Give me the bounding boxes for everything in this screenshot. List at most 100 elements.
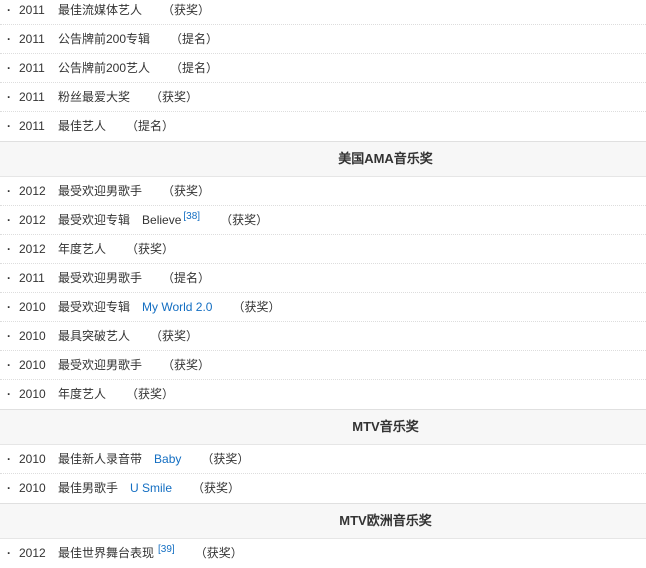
bullet-icon: · — [7, 300, 11, 314]
award-row: · 2012 最受欢迎专辑 Believe [38] （获奖） — [0, 206, 646, 235]
award-content: 最受欢迎男歌手 （获奖） — [58, 351, 210, 379]
award-status: （提名） — [126, 119, 175, 133]
awards-list: · 2011 最佳流媒体艺人 （获奖） · 2011 公告牌前200专辑 （提名） · 2011 公… — [0, 0, 646, 568]
award-content: 最受欢迎男歌手 （获奖） — [58, 177, 210, 205]
bullet-icon: · — [7, 61, 11, 75]
award-row: · 2010 最受欢迎专辑 My World 2.0 （获奖） — [0, 293, 646, 322]
section-header: MTV欧洲音乐奖 — [0, 503, 646, 539]
award-year: 2010 — [19, 387, 46, 401]
bullet-icon: · — [7, 358, 11, 372]
award-status: （获奖） — [150, 90, 199, 104]
award-year: 2011 — [19, 3, 45, 17]
award-content: 最佳世界舞台表现 [39] （获奖） — [58, 539, 243, 567]
award-year: 2010 — [19, 481, 46, 495]
award-status: （提名） — [170, 32, 219, 46]
award-name: 最受欢迎男歌手 — [58, 271, 143, 285]
award-year: 2010 — [19, 329, 46, 343]
award-name: 最佳新人录音带 — [58, 452, 143, 466]
award-name: 最具突破艺人 — [58, 329, 131, 343]
award-row: · 2012 最受欢迎男歌手 （获奖） — [0, 177, 646, 206]
award-name: 粉丝最爱大奖 — [58, 90, 131, 104]
award-status: （获奖） — [150, 329, 199, 343]
award-name: 公告牌前200艺人 — [58, 61, 151, 75]
award-status: （获奖） — [192, 481, 241, 495]
award-row: · 2010 最佳男歌手 U Smile （获奖） — [0, 474, 646, 503]
award-status: （获奖） — [126, 242, 175, 256]
bullet-icon: · — [7, 452, 11, 466]
bullet-icon: · — [7, 271, 11, 285]
award-status: （提名） — [162, 271, 211, 285]
bullet-icon: · — [7, 32, 11, 46]
award-year: 2010 — [19, 358, 46, 372]
award-status: （获奖） — [126, 387, 175, 401]
section-header: 美国AMA音乐奖 — [0, 141, 646, 177]
award-name: 最受欢迎男歌手 — [58, 184, 143, 198]
work-link[interactable]: U Smile — [130, 481, 172, 495]
award-name: 公告牌前200专辑 — [58, 32, 151, 46]
award-content: 公告牌前200艺人 （提名） — [58, 54, 218, 82]
award-content: 最佳流媒体艺人 （获奖） — [58, 0, 210, 24]
award-content: 最受欢迎专辑 Believe [38] （获奖） — [58, 206, 268, 234]
award-status: （获奖） — [162, 184, 211, 198]
bullet-icon: · — [7, 90, 11, 104]
work-title: Believe — [142, 213, 182, 227]
section-title: MTV欧洲音乐奖 — [339, 513, 432, 528]
award-content: 粉丝最爱大奖 （获奖） — [58, 83, 198, 111]
award-year: 2010 — [19, 452, 46, 466]
award-name: 最受欢迎专辑 — [58, 300, 131, 314]
award-status: （获奖） — [162, 358, 211, 372]
award-row: · 2010 最受欢迎男歌手 （获奖） — [0, 351, 646, 380]
award-year: 2012 — [19, 242, 46, 256]
award-year: 2012 — [19, 213, 46, 227]
award-status: （获奖） — [201, 452, 250, 466]
bullet-icon: · — [7, 481, 11, 495]
bullet-icon: · — [7, 213, 11, 227]
award-content: 年度艺人 （获奖） — [58, 380, 174, 408]
award-status: （获奖） — [232, 300, 281, 314]
section-title: MTV音乐奖 — [352, 419, 419, 434]
award-content: 最受欢迎专辑 My World 2.0 （获奖） — [58, 293, 281, 321]
award-row: · 2011 粉丝最爱大奖 （获奖） — [0, 83, 646, 112]
award-year: 2010 — [19, 300, 46, 314]
award-status: （获奖） — [194, 546, 243, 560]
award-name: 最受欢迎专辑 — [58, 213, 131, 227]
award-content: 年度艺人 （获奖） — [58, 235, 174, 263]
reference-link[interactable]: [38] — [183, 211, 200, 222]
award-year: 2011 — [19, 32, 45, 46]
reference-link[interactable]: [39] — [158, 544, 175, 555]
award-row: · 2012 年度艺人 （获奖） — [0, 235, 646, 264]
award-year: 2011 — [19, 271, 45, 285]
award-content: 最佳男歌手 U Smile （获奖） — [58, 474, 240, 502]
award-row: · 2011 最佳艺人 （提名） — [0, 112, 646, 141]
award-content: 最受欢迎男歌手 （提名） — [58, 264, 210, 292]
award-name: 最佳男歌手 — [58, 481, 119, 495]
award-name: 最佳流媒体艺人 — [58, 3, 143, 17]
bullet-icon: · — [7, 184, 11, 198]
bullet-icon: · — [7, 119, 11, 133]
award-name: 最佳艺人 — [58, 119, 107, 133]
award-name: 最受欢迎男歌手 — [58, 358, 143, 372]
work-link[interactable]: My World 2.0 — [142, 300, 212, 314]
bullet-icon: · — [7, 546, 11, 560]
award-status: （获奖） — [220, 213, 269, 227]
award-year: 2011 — [19, 61, 45, 75]
bullet-icon: · — [7, 242, 11, 256]
award-row: · 2010 最佳新人录音带 Baby （获奖） — [0, 445, 646, 474]
award-name: 年度艺人 — [58, 242, 107, 256]
section-header: MTV音乐奖 — [0, 409, 646, 445]
bullet-icon: · — [7, 387, 11, 401]
bullet-icon: · — [7, 329, 11, 343]
award-row: · 2011 公告牌前200专辑 （提名） — [0, 25, 646, 54]
award-row: · 2011 最佳流媒体艺人 （获奖） — [0, 0, 646, 25]
award-year: 2012 — [19, 546, 46, 560]
work-link[interactable]: Baby — [154, 452, 181, 466]
award-name: 最佳世界舞台表现 — [58, 546, 155, 560]
award-content: 公告牌前200专辑 （提名） — [58, 25, 218, 53]
bullet-icon: · — [7, 3, 11, 17]
award-content: 最佳艺人 （提名） — [58, 112, 174, 140]
award-row: · 2012 最佳世界舞台表现 [39] （获奖） — [0, 539, 646, 568]
award-year: 2011 — [19, 119, 45, 133]
section-title: 美国AMA音乐奖 — [338, 151, 433, 166]
award-content: 最佳新人录音带 Baby （获奖） — [58, 445, 249, 473]
award-row: · 2010 年度艺人 （获奖） — [0, 380, 646, 409]
